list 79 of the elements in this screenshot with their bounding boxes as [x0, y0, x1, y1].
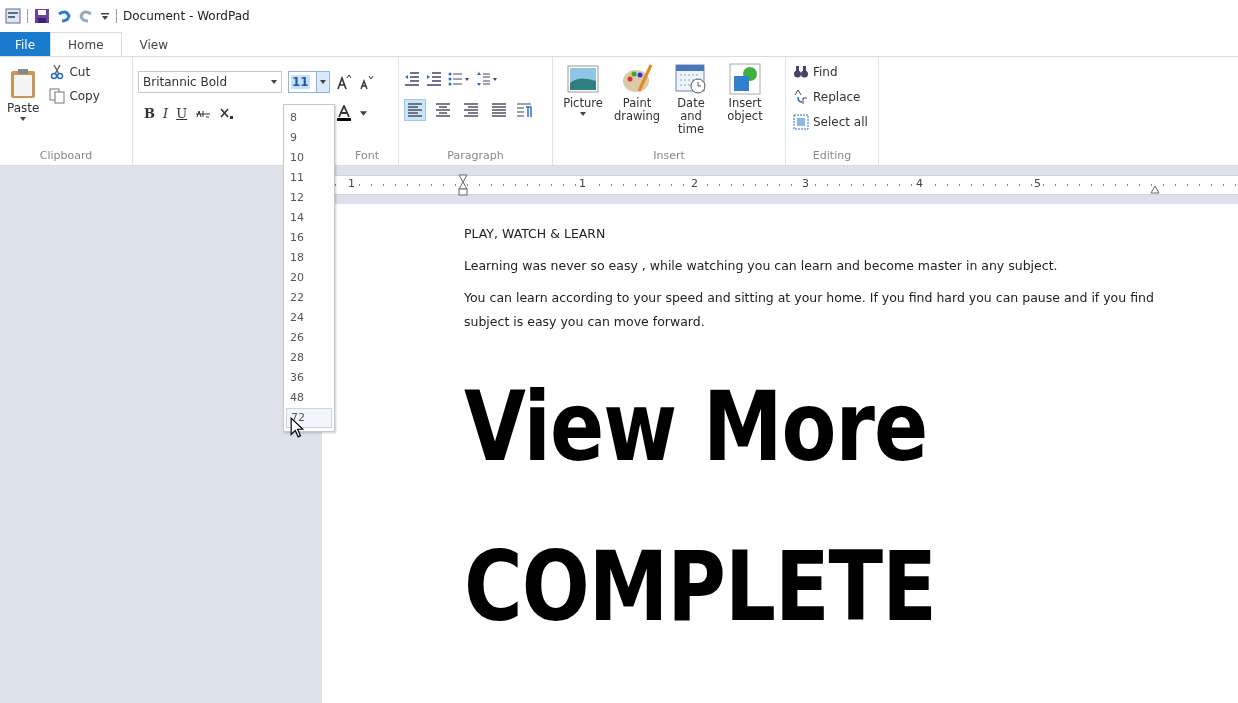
font-size-option[interactable]: 20: [286, 268, 332, 288]
increase-indent-icon[interactable]: [426, 71, 442, 87]
group-label: Editing: [811, 149, 853, 164]
font-size-option[interactable]: 22: [286, 288, 332, 308]
group-label: Clipboard: [38, 149, 94, 164]
shrink-font-icon[interactable]: [358, 74, 374, 90]
font-size-option[interactable]: 72: [286, 408, 332, 428]
group-label: Font: [355, 149, 379, 164]
ruler-number: 5: [1032, 177, 1043, 190]
group-label: Insert: [652, 149, 686, 164]
undo-icon[interactable]: [56, 8, 72, 24]
document-paragraph: You can learn according to your speed and sitting at your home. If you find hard you can pause and if you find subject is easy you can move forward.: [464, 289, 1155, 331]
scissors-icon: [49, 64, 66, 80]
ruler-number: 1: [577, 177, 588, 190]
font-size-option[interactable]: 26: [286, 328, 332, 348]
font-size-field[interactable]: 11: [288, 71, 330, 93]
select-all-icon: [793, 114, 809, 130]
font-size-option[interactable]: 8: [286, 108, 332, 128]
calendar-icon: [675, 63, 707, 95]
insert-button[interactable]: Picture: [558, 61, 608, 118]
cut-button[interactable]: Cut: [47, 61, 102, 83]
replace-icon: [793, 89, 809, 105]
dropdown-icon: [320, 80, 326, 84]
font-size-option[interactable]: 18: [286, 248, 332, 268]
ribbon-tab[interactable]: View: [121, 32, 186, 56]
font-size-option[interactable]: 9: [286, 128, 332, 148]
app-icon: [5, 8, 21, 24]
paint-icon: [621, 63, 653, 95]
font-size-option[interactable]: 28: [286, 348, 332, 368]
align-button[interactable]: [404, 99, 426, 121]
font-size-option[interactable]: 11: [286, 168, 332, 188]
grow-font-icon[interactable]: [336, 74, 352, 90]
copy-icon: [49, 88, 66, 104]
copy-button[interactable]: Copy: [47, 85, 102, 107]
indent-marker-icon[interactable]: [458, 174, 468, 196]
font-size-option[interactable]: 16: [286, 228, 332, 248]
decrease-indent-icon[interactable]: [404, 71, 420, 87]
insert-button[interactable]: Date and time: [666, 61, 716, 138]
window-title: Document - WordPad: [123, 9, 250, 23]
ruler-number: 4: [914, 177, 925, 190]
dropdown-icon: [20, 117, 27, 121]
file-tab[interactable]: File: [0, 32, 51, 56]
paragraph-icon[interactable]: [516, 102, 532, 118]
line-spacing-icon[interactable]: [476, 71, 498, 87]
paste-button[interactable]: Paste: [5, 61, 42, 123]
bullet-list-icon[interactable]: [448, 71, 470, 87]
picture-icon: [567, 63, 599, 95]
save-icon[interactable]: [34, 8, 50, 24]
font-size-option[interactable]: 36: [286, 368, 332, 388]
object-icon: [729, 63, 761, 95]
dropdown-icon: [271, 80, 277, 84]
font-color-icon[interactable]: [336, 105, 353, 121]
binoculars-icon: [793, 64, 809, 80]
dropdown-icon[interactable]: [360, 110, 368, 116]
font-size-option[interactable]: 14: [286, 208, 332, 228]
font-size-option[interactable]: 24: [286, 308, 332, 328]
editing-button[interactable]: Replace: [791, 86, 873, 108]
font-name-field[interactable]: Britannic Bold: [138, 71, 282, 93]
editing-button[interactable]: Find: [791, 61, 873, 83]
insert-button[interactable]: Paint drawing: [612, 61, 662, 125]
ruler-number: 1: [346, 177, 357, 190]
insert-button[interactable]: Insert object: [720, 61, 770, 125]
customize-icon[interactable]: [100, 11, 110, 21]
format-button[interactable]: B: [144, 105, 155, 121]
document-paragraph: Learning was never so easy , while watching you can learn and become master in any subject.: [464, 257, 1059, 275]
format-button[interactable]: U: [176, 105, 188, 121]
ruler-number: 2: [689, 177, 700, 190]
ruler-number: 3: [800, 177, 811, 190]
right-indent-icon[interactable]: [1150, 184, 1160, 194]
group-label: Paragraph: [446, 149, 505, 164]
ribbon-tab[interactable]: Home: [50, 32, 122, 56]
document-heading: View More: [464, 370, 929, 486]
font-size-option[interactable]: 10: [286, 148, 332, 168]
font-size-option[interactable]: 48: [286, 388, 332, 408]
font-size-option[interactable]: 12: [286, 188, 332, 208]
document-paragraph: PLAY, WATCH & LEARN: [464, 225, 607, 243]
editing-button[interactable]: Select all: [791, 111, 873, 133]
format-button[interactable]: I: [163, 105, 169, 121]
document-heading: COMPLETE: [464, 530, 937, 646]
